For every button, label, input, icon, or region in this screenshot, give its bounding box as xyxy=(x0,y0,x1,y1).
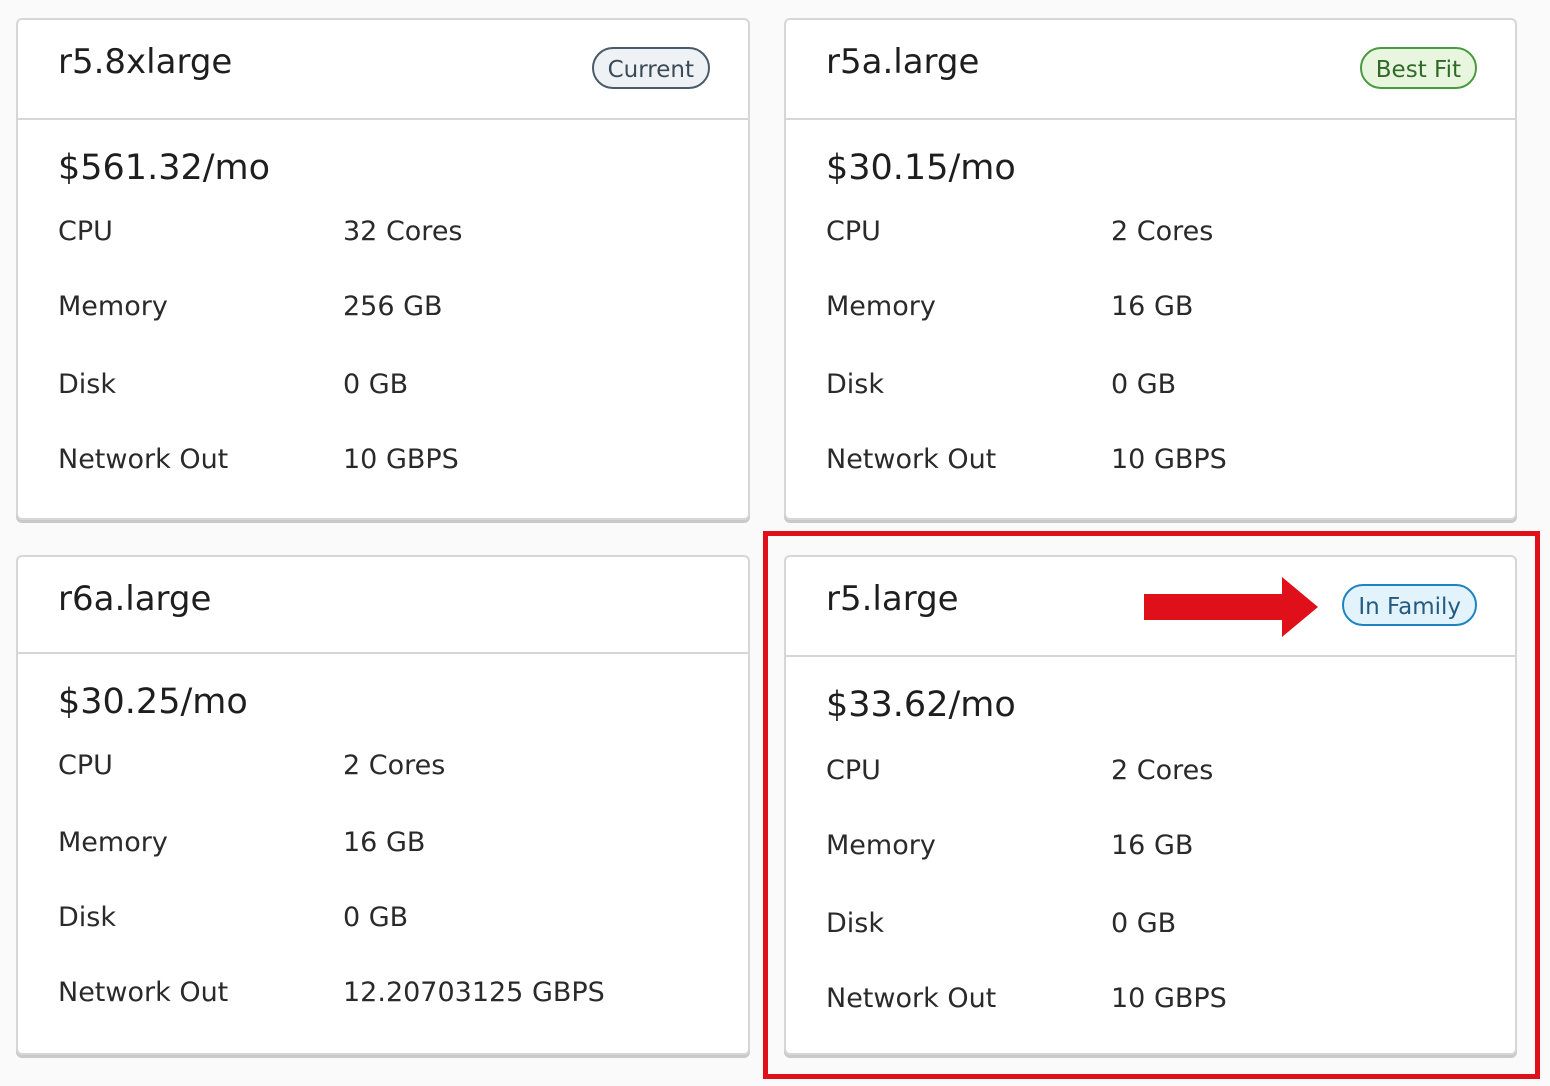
spec-value: 16 GB xyxy=(1111,291,1194,322)
spec-label: Network Out xyxy=(58,444,229,475)
monthly-price: $561.32/mo xyxy=(58,148,271,188)
monthly-price: $30.25/mo xyxy=(58,682,248,722)
best-fit-badge: Best Fit xyxy=(1359,47,1477,89)
spec-value: 10 GBPS xyxy=(1111,444,1227,475)
current-badge: Current xyxy=(591,47,710,89)
spec-label: Memory xyxy=(58,291,168,322)
instance-card-r5-8xlarge[interactable]: r5.8xlarge Current $561.32/mo CPU 32 Cor… xyxy=(16,18,750,520)
spec-label: Network Out xyxy=(826,444,997,475)
instance-title: r5a.large xyxy=(826,42,980,82)
monthly-price: $30.15/mo xyxy=(826,148,1016,188)
spec-label: Memory xyxy=(826,291,936,322)
card-header: r5a.large Best Fit xyxy=(786,20,1515,120)
spec-value: 10 GBPS xyxy=(343,444,459,475)
spec-label: CPU xyxy=(826,216,881,247)
spec-value: 12.20703125 GBPS xyxy=(343,977,605,1008)
spec-value: 0 GB xyxy=(343,369,409,400)
spec-label: Memory xyxy=(58,827,168,858)
spec-value: 2 Cores xyxy=(1111,216,1214,247)
spec-label: Disk xyxy=(58,369,116,400)
spec-label: CPU xyxy=(58,750,113,781)
card-header: r5.8xlarge Current xyxy=(18,20,748,120)
instance-card-r6a-large[interactable]: r6a.large $30.25/mo CPU 2 Cores Memory 1… xyxy=(16,555,750,1055)
spec-value: 0 GB xyxy=(343,902,409,933)
instance-title: r6a.large xyxy=(58,579,212,619)
spec-value: 32 Cores xyxy=(343,216,463,247)
instance-card-r5a-large[interactable]: r5a.large Best Fit $30.15/mo CPU 2 Cores… xyxy=(784,18,1517,520)
instance-title: r5.8xlarge xyxy=(58,42,233,82)
instance-comparison-view: r5.8xlarge Current $561.32/mo CPU 32 Cor… xyxy=(0,0,1550,1086)
spec-label: CPU xyxy=(58,216,113,247)
spec-label: Disk xyxy=(826,369,884,400)
spec-label: Disk xyxy=(58,902,116,933)
spec-label: Network Out xyxy=(58,977,229,1008)
spec-value: 2 Cores xyxy=(343,750,446,781)
spec-value: 0 GB xyxy=(1111,369,1177,400)
spec-value: 16 GB xyxy=(343,827,426,858)
spec-value: 256 GB xyxy=(343,291,443,322)
card-header: r6a.large xyxy=(18,557,748,654)
right-arrow-icon xyxy=(1144,577,1318,637)
